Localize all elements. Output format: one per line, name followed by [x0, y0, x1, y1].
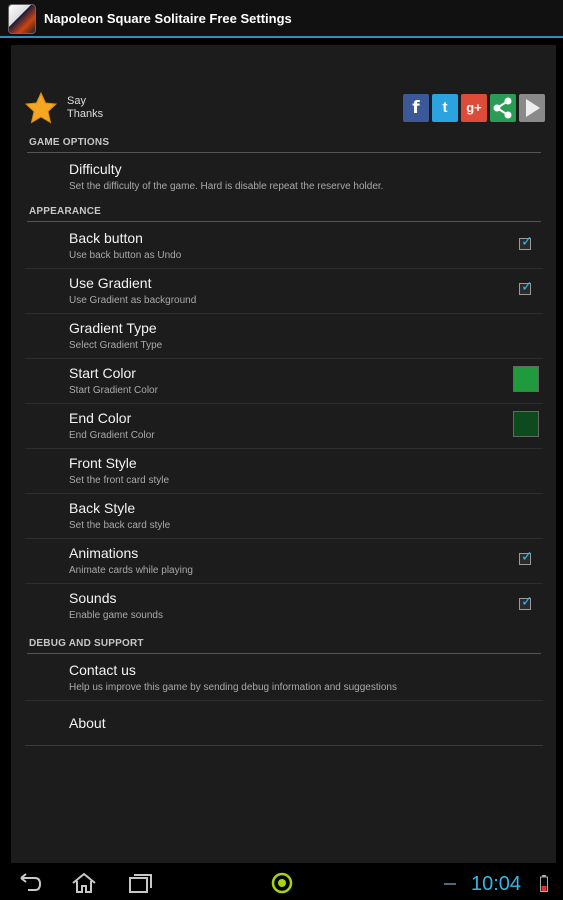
use-gradient-checkbox[interactable]: ✓: [519, 279, 533, 295]
pref-summary: Set the back card style: [69, 520, 171, 531]
google-plus-icon[interactable]: g+: [461, 94, 487, 122]
say-thanks-line1: Say: [67, 95, 86, 107]
app-icon: [8, 4, 36, 34]
pref-title: Gradient Type: [69, 320, 157, 336]
say-thanks-row: Say Thanks f t g+: [25, 91, 545, 127]
pref-title: Start Color: [69, 365, 136, 381]
clock: 10:04: [471, 873, 522, 895]
pref-contact-us[interactable]: Contact us Help us improve this game by …: [25, 656, 543, 701]
pref-difficulty[interactable]: Difficulty Set the difficulty of the gam…: [25, 155, 543, 200]
settings-panel: Say Thanks f t g+ GAME OPTIONS Difficulty …: [10, 44, 557, 864]
pref-title: About: [69, 715, 106, 731]
check-icon: ✓: [521, 594, 533, 610]
facebook-icon[interactable]: f: [403, 94, 429, 122]
end-color-swatch[interactable]: [513, 411, 539, 437]
status-dash-icon: [444, 883, 456, 885]
say-thanks-line2: Thanks: [67, 108, 104, 120]
share-icon[interactable]: [490, 94, 516, 122]
system-nav-bar: 10:04: [0, 866, 563, 900]
pref-start-color[interactable]: Start Color Start Gradient Color: [25, 359, 543, 404]
menu-circle-icon[interactable]: [268, 871, 296, 895]
pref-back-button[interactable]: Back button Use back button as Undo ✓: [25, 224, 543, 269]
pref-summary: Select Gradient Type: [69, 340, 163, 351]
section-header-appearance: APPEARANCE: [27, 206, 541, 222]
pref-front-style[interactable]: Front Style Set the front card style: [25, 449, 543, 494]
pref-use-gradient[interactable]: Use Gradient Use Gradient as background …: [25, 269, 543, 314]
pref-title: End Color: [69, 410, 132, 426]
pref-summary: Animate cards while playing: [69, 565, 193, 576]
share-icons: f t g+: [400, 94, 545, 124]
pref-summary: Enable game sounds: [69, 610, 163, 621]
pref-title: Front Style: [69, 455, 137, 471]
back-icon[interactable]: [16, 871, 44, 895]
pref-animations[interactable]: Animations Animate cards while playing ✓: [25, 539, 543, 584]
pref-summary: Start Gradient Color: [69, 385, 158, 396]
pref-about[interactable]: About: [25, 701, 543, 746]
check-icon: ✓: [521, 279, 533, 295]
pref-title: Use Gradient: [69, 275, 152, 291]
pref-summary: Set the front card style: [69, 475, 170, 486]
pref-summary: Use Gradient as background: [69, 295, 197, 306]
pref-gradient-type[interactable]: Gradient Type Select Gradient Type: [25, 314, 543, 359]
pref-summary: End Gradient Color: [69, 430, 155, 441]
pref-title: Back button: [69, 230, 143, 246]
back-button-checkbox[interactable]: ✓: [519, 234, 533, 250]
check-icon: ✓: [521, 234, 533, 250]
star-icon[interactable]: [25, 92, 57, 124]
pref-title: Sounds: [69, 590, 117, 606]
pref-sounds[interactable]: Sounds Enable game sounds ✓: [25, 584, 543, 629]
start-color-swatch[interactable]: [513, 366, 539, 392]
twitter-icon[interactable]: t: [432, 94, 458, 122]
title-bar: Napoleon Square Solitaire Free Settings: [0, 0, 563, 38]
page-title: Napoleon Square Solitaire Free Settings: [44, 11, 292, 26]
pref-summary: Use back button as Undo: [69, 250, 182, 261]
play-store-icon[interactable]: [519, 94, 545, 122]
pref-summary: Set the difficulty of the game. Hard is …: [69, 181, 384, 192]
say-thanks-label[interactable]: Say Thanks: [67, 95, 103, 121]
section-header-debug-support: DEBUG AND SUPPORT: [27, 638, 541, 654]
pref-title: Back Style: [69, 500, 136, 516]
check-icon: ✓: [521, 549, 533, 565]
animations-checkbox[interactable]: ✓: [519, 549, 533, 565]
section-header-game-options: GAME OPTIONS: [27, 137, 541, 153]
pref-back-style[interactable]: Back Style Set the back card style: [25, 494, 543, 539]
home-icon[interactable]: [70, 871, 98, 895]
pref-title: Animations: [69, 545, 139, 561]
recent-apps-icon[interactable]: [126, 871, 154, 895]
pref-title: Difficulty: [69, 161, 122, 177]
battery-icon: [540, 875, 548, 892]
pref-title: Contact us: [69, 662, 136, 678]
sounds-checkbox[interactable]: ✓: [519, 594, 533, 610]
pref-end-color[interactable]: End Color End Gradient Color: [25, 404, 543, 449]
pref-summary: Help us improve this game by sending deb…: [69, 682, 397, 693]
